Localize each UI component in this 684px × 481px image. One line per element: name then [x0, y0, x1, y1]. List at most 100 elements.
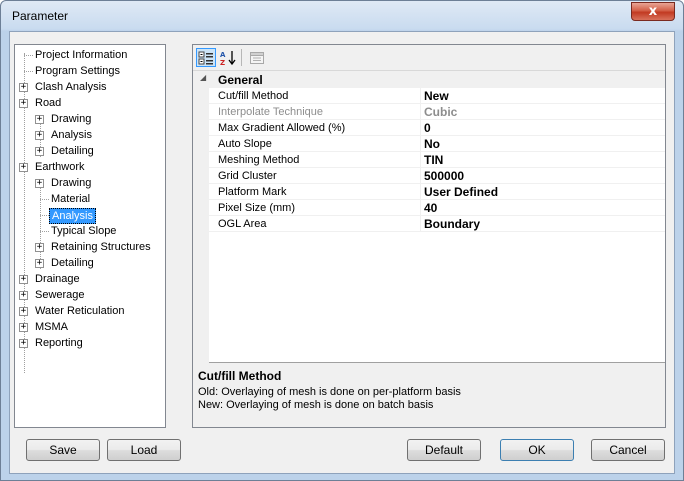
description-line-old: Old: Overlaying of mesh is done on per-p… — [198, 386, 461, 398]
column-divider — [420, 88, 421, 104]
expand-plus-icon[interactable]: + — [19, 83, 28, 92]
alphabetical-button[interactable]: A Z — [218, 48, 238, 67]
property-name: Auto Slope — [218, 138, 272, 150]
close-button[interactable]: x — [631, 2, 675, 21]
property-row[interactable]: Meshing Method TIN — [209, 152, 665, 168]
property-name: Max Gradient Allowed (%) — [218, 122, 346, 134]
tree-item-label: Material — [51, 193, 91, 205]
parameter-dialog: Parameter x Project Information Program S… — [0, 0, 684, 481]
description-pane: Cut/fill Method Old: Overlaying of mesh … — [193, 365, 665, 427]
tree-branch-line — [40, 231, 49, 232]
property-row[interactable]: Max Gradient Allowed (%) 0 — [209, 120, 665, 136]
column-divider — [420, 136, 421, 152]
property-pages-icon — [250, 51, 264, 64]
expand-plus-icon[interactable]: + — [19, 323, 28, 332]
property-name: Platform Mark — [218, 186, 287, 198]
column-divider — [420, 152, 421, 168]
property-value[interactable]: 40 — [424, 201, 437, 215]
property-value[interactable]: No — [424, 137, 440, 151]
tree-item-label: Road — [35, 97, 62, 109]
categorized-button[interactable] — [196, 48, 216, 67]
property-value[interactable]: Cubic — [424, 105, 457, 119]
column-divider — [420, 216, 421, 232]
property-row[interactable]: Pixel Size (mm) 40 — [209, 200, 665, 216]
tree-branch-line — [24, 71, 33, 72]
property-grid-margin — [193, 71, 209, 363]
tree-item-label: Typical Slope — [51, 225, 117, 237]
expand-plus-icon[interactable]: + — [35, 259, 44, 268]
expand-plus-icon[interactable]: + — [35, 243, 44, 252]
property-value[interactable]: New — [424, 89, 449, 103]
expand-plus-icon[interactable]: + — [35, 179, 44, 188]
tree-branch-line — [40, 199, 49, 200]
property-name: Grid Cluster — [218, 170, 277, 182]
sort-alphabetical-icon: A Z — [220, 50, 236, 66]
property-value[interactable]: 500000 — [424, 169, 464, 183]
load-button[interactable]: Load — [107, 439, 181, 461]
property-value[interactable]: User Defined — [424, 185, 498, 199]
tree-item-label: Detailing — [51, 145, 94, 157]
expand-plus-icon[interactable]: + — [19, 307, 28, 316]
window-title: Parameter — [12, 9, 69, 23]
tree-item-label: MSMA — [35, 321, 68, 333]
property-value[interactable]: TIN — [424, 153, 443, 167]
property-name: Meshing Method — [218, 154, 300, 166]
tree-item-label: Retaining Structures — [51, 241, 151, 253]
settings-tree[interactable]: Project Information Program Settings + Clas… — [14, 44, 166, 428]
tree-item-label: Reporting — [35, 337, 83, 349]
property-value[interactable]: Boundary — [424, 217, 480, 231]
toolbar-separator — [241, 49, 242, 66]
categorized-icon — [198, 51, 213, 64]
svg-text:Z: Z — [220, 59, 225, 66]
column-divider — [420, 184, 421, 200]
column-divider — [420, 120, 421, 136]
property-name: OGL Area — [218, 218, 267, 230]
property-row[interactable]: Platform Mark User Defined — [209, 184, 665, 200]
tree-item-label: Analysis — [51, 129, 92, 141]
expand-plus-icon[interactable]: + — [19, 99, 28, 108]
tree-item-label: Program Settings — [35, 65, 120, 77]
tree-item-label: Analysis — [49, 208, 96, 224]
expand-plus-icon[interactable]: + — [19, 339, 28, 348]
tree-item-label: Earthwork — [35, 161, 85, 173]
property-name: Pixel Size (mm) — [218, 202, 296, 214]
column-divider — [420, 200, 421, 216]
tree-item-label: Drawing — [51, 177, 92, 189]
tree-item-label: Sewerage — [35, 289, 85, 301]
category-row-general[interactable]: ◢ General — [193, 71, 665, 88]
dialog-client-area: Project Information Program Settings + Clas… — [9, 31, 675, 474]
property-row[interactable]: Grid Cluster 500000 — [209, 168, 665, 184]
expand-plus-icon[interactable]: + — [35, 147, 44, 156]
expand-plus-icon[interactable]: + — [19, 291, 28, 300]
tree-item-label: Drawing — [51, 113, 92, 125]
tree-item-label: Water Reticulation — [35, 305, 125, 317]
tree-guide-line — [40, 181, 41, 269]
save-button[interactable]: Save — [26, 439, 100, 461]
property-list: ◢ General Cut/fill Method New Interpolate … — [193, 70, 665, 363]
default-button[interactable]: Default — [407, 439, 481, 461]
tree-branch-line — [40, 215, 49, 216]
expand-plus-icon[interactable]: + — [19, 163, 28, 172]
column-divider — [420, 168, 421, 184]
tree-item-label: Detailing — [51, 257, 94, 269]
expand-plus-icon[interactable]: + — [35, 131, 44, 140]
ok-button[interactable]: OK — [500, 439, 574, 461]
tree-item-label: Clash Analysis — [35, 81, 107, 93]
collapse-triangle-icon[interactable]: ◢ — [200, 73, 206, 82]
property-row[interactable]: Auto Slope No — [209, 136, 665, 152]
property-pages-button[interactable] — [247, 48, 267, 67]
title-bar[interactable]: Parameter x — [1, 1, 683, 31]
expand-plus-icon[interactable]: + — [35, 115, 44, 124]
expand-plus-icon[interactable]: + — [19, 275, 28, 284]
property-value[interactable]: 0 — [424, 121, 431, 135]
property-row[interactable]: OGL Area Boundary — [209, 216, 665, 232]
property-row[interactable]: Interpolate Technique Cubic — [209, 104, 665, 120]
description-title: Cut/fill Method — [198, 369, 282, 383]
property-row[interactable]: Cut/fill Method New — [209, 88, 665, 104]
category-name: General — [218, 73, 263, 87]
property-name: Interpolate Technique — [218, 106, 323, 118]
svg-text:A: A — [220, 51, 226, 59]
tree-item-label: Project Information — [35, 49, 128, 61]
cancel-button[interactable]: Cancel — [591, 439, 665, 461]
tree-branch-line — [24, 55, 33, 56]
